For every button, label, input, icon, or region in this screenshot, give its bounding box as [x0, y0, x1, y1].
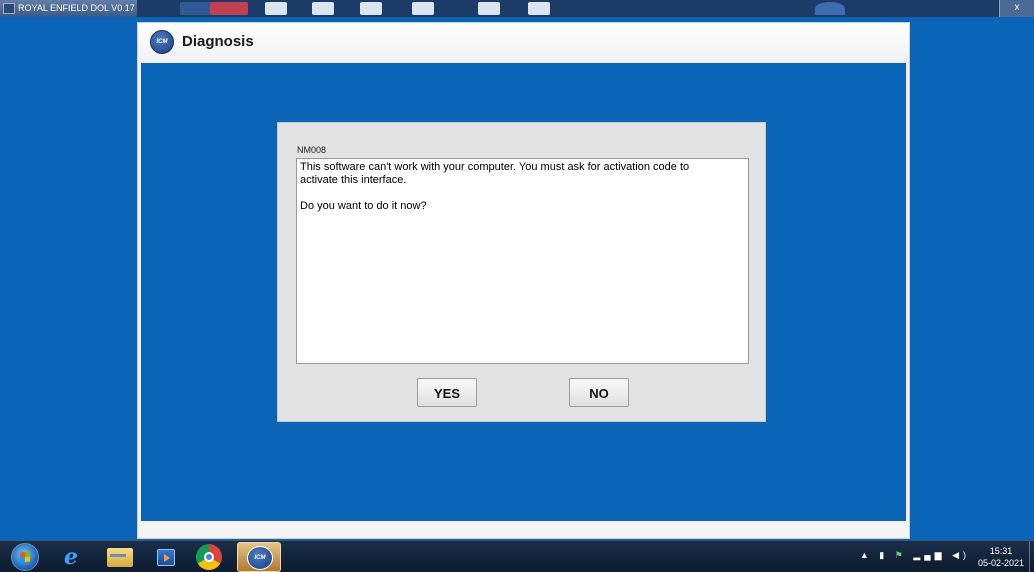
background-window-ghost	[528, 2, 550, 15]
file-explorer-icon[interactable]	[107, 548, 133, 567]
media-player-icon[interactable]	[157, 549, 175, 566]
background-window-ghost	[412, 2, 434, 15]
volume-icon[interactable]: ◀)	[952, 550, 970, 560]
activation-dialog: NM008 This software can't work with your…	[277, 122, 766, 422]
taskbar: e ICM ▲ ▮ ⚑ ▂▄▆ ◀) 15:31 05-02-2021	[0, 540, 1034, 572]
signal-icon[interactable]: ▂▄▆	[913, 550, 945, 560]
app-footer	[138, 521, 909, 538]
window-title: ROYAL ENFIELD DOL V0.17	[0, 0, 137, 17]
show-hidden-icons-icon[interactable]: ▲	[860, 550, 873, 560]
background-window-ghost	[312, 2, 334, 15]
yes-button[interactable]: YES	[417, 378, 477, 407]
app-header: ICM Diagnosis	[138, 23, 909, 61]
close-button[interactable]: x	[999, 0, 1034, 17]
background-window-ghost	[478, 2, 500, 15]
background-window-ghost	[360, 2, 382, 15]
app-icon	[3, 3, 15, 14]
clock-time: 15:31	[989, 546, 1013, 556]
page-title: Diagnosis	[182, 33, 254, 50]
no-button[interactable]: NO	[569, 378, 629, 407]
network-flag-icon[interactable]: ⚑	[895, 550, 907, 560]
clock-date: 05-02-2021	[977, 558, 1025, 568]
background-window-ghost	[265, 2, 287, 15]
window-title-text: ROYAL ENFIELD DOL V0.17	[18, 3, 135, 13]
dialog-message[interactable]: This software can't work with your compu…	[296, 158, 749, 364]
dialog-code: NM008	[297, 145, 327, 155]
battery-icon[interactable]: ▮	[879, 550, 888, 560]
icm-logo-icon: ICM	[247, 546, 273, 570]
internet-explorer-icon[interactable]: e	[58, 545, 84, 569]
windows-logo-icon	[20, 551, 30, 563]
show-desktop-button[interactable]	[1029, 541, 1034, 572]
background-window-ghost	[815, 2, 845, 15]
icm-logo-icon: ICM	[150, 30, 174, 54]
background-window-ghost	[210, 2, 248, 15]
system-tray[interactable]: ▲ ▮ ⚑ ▂▄▆ ◀)	[860, 550, 970, 561]
clock[interactable]: 15:31 05-02-2021	[974, 545, 1028, 569]
start-button[interactable]	[11, 543, 39, 571]
chrome-icon[interactable]	[196, 544, 222, 570]
icm-diagnosis-taskbar-button[interactable]: ICM	[237, 542, 281, 572]
title-bar: ROYAL ENFIELD DOL V0.17 x	[0, 0, 1034, 17]
